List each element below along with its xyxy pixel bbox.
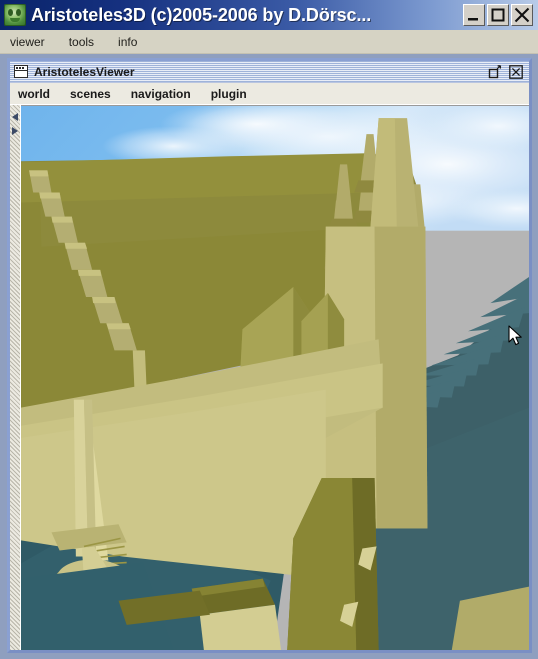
triangle-right-icon[interactable] xyxy=(12,127,18,135)
menu-item-tools[interactable]: tools xyxy=(67,33,104,51)
application-menubar: viewer tools info xyxy=(0,30,538,54)
maximize-button[interactable] xyxy=(487,4,509,26)
app-icon xyxy=(4,4,26,26)
desktop-pane: AristotelesViewer world scenes navigatio… xyxy=(0,54,538,659)
window-titlebar[interactable]: Aristoteles3D (c)2005-2006 by D.Dörsc... xyxy=(0,0,538,30)
menu-item-scenes[interactable]: scenes xyxy=(70,87,111,101)
menu-item-world[interactable]: world xyxy=(18,87,50,101)
internal-frame-controls xyxy=(488,64,527,79)
triangle-left-icon[interactable] xyxy=(12,113,18,121)
restore-icon xyxy=(488,64,502,78)
internal-frame-titlebar[interactable]: AristotelesViewer xyxy=(10,61,529,83)
window-icon xyxy=(14,65,28,78)
window-title: Aristoteles3D (c)2005-2006 by D.Dörsc... xyxy=(31,5,372,25)
internal-frame-title: AristotelesViewer xyxy=(34,64,135,79)
minimize-button[interactable] xyxy=(463,4,485,26)
split-pane-divider[interactable] xyxy=(10,105,21,650)
internal-frame: AristotelesViewer world scenes navigatio… xyxy=(7,58,532,653)
close-icon xyxy=(514,7,530,23)
menu-item-navigation[interactable]: navigation xyxy=(131,87,191,101)
internal-close-button[interactable] xyxy=(509,64,523,79)
rendered-3d-scene xyxy=(21,106,529,650)
menu-item-plugin[interactable]: plugin xyxy=(211,87,247,101)
close-button[interactable] xyxy=(511,4,533,26)
application-window: Aristoteles3D (c)2005-2006 by D.Dörsc...… xyxy=(0,0,538,659)
close-icon xyxy=(509,64,523,79)
internal-frame-menubar: world scenes navigation plugin xyxy=(10,83,529,105)
viewport-3d[interactable] xyxy=(21,105,529,650)
menu-item-viewer[interactable]: viewer xyxy=(8,33,55,51)
minimize-icon xyxy=(468,18,478,21)
internal-maximize-button[interactable] xyxy=(488,64,502,79)
frame-content xyxy=(10,105,529,650)
maximize-icon xyxy=(491,8,505,22)
window-controls xyxy=(463,4,536,26)
menu-item-info[interactable]: info xyxy=(116,33,147,51)
